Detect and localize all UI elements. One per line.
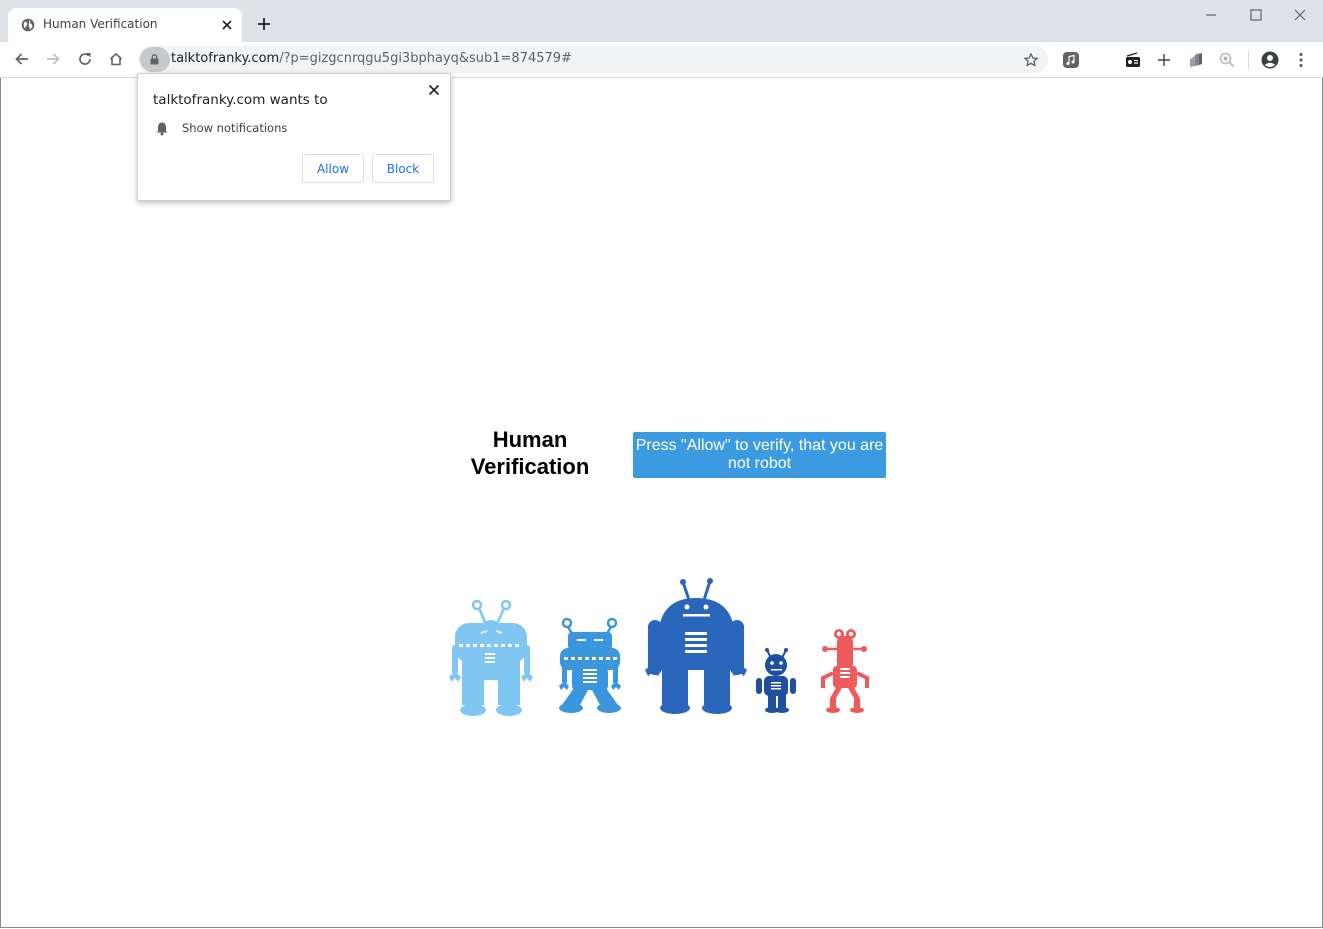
kebab-menu-icon[interactable] bbox=[1292, 51, 1310, 69]
popup-close-icon[interactable] bbox=[428, 84, 440, 96]
radio-icon[interactable] bbox=[1124, 51, 1142, 69]
robots-illustration bbox=[449, 578, 869, 716]
heading-line-1: Human bbox=[492, 427, 568, 452]
block-button[interactable]: Block bbox=[372, 154, 434, 183]
music-note-icon[interactable] bbox=[1062, 51, 1080, 69]
bell-icon bbox=[156, 122, 168, 136]
new-tab-plus-icon[interactable] bbox=[256, 16, 272, 32]
url-text[interactable]: talktofranky.com/?p=gizgcnrqgu5gi3bphayq… bbox=[171, 51, 572, 66]
allow-button[interactable]: Allow bbox=[302, 154, 364, 183]
verify-cta-button[interactable]: Press "Allow" to verify, that you are no… bbox=[633, 432, 886, 478]
popup-title: talktofranky.com wants to bbox=[153, 92, 328, 108]
site-info-button[interactable] bbox=[140, 47, 170, 72]
page-heading: Human Verification bbox=[455, 426, 605, 480]
zoom-search-icon[interactable] bbox=[1218, 51, 1236, 69]
notification-permission-popup: talktofranky.com wants to Show notificat… bbox=[137, 73, 451, 201]
books-icon[interactable] bbox=[1187, 51, 1205, 69]
globe-icon bbox=[21, 18, 35, 32]
url-host: talktofranky.com bbox=[171, 51, 280, 66]
browser-titlebar: Human Verification bbox=[0, 0, 1323, 42]
permission-text: Show notifications bbox=[182, 121, 288, 135]
robot-large-blue bbox=[645, 578, 747, 714]
lock-icon bbox=[150, 54, 159, 65]
tab-title: Human Verification bbox=[43, 17, 158, 31]
window-close-icon[interactable] bbox=[1291, 6, 1309, 24]
maximize-icon[interactable] bbox=[1247, 6, 1265, 24]
address-bar[interactable]: talktofranky.com/?p=gizgcnrqgu5gi3bphayq… bbox=[138, 46, 1048, 73]
toolbar-divider bbox=[1248, 50, 1249, 70]
tab-close-icon[interactable] bbox=[220, 18, 234, 32]
reload-icon[interactable] bbox=[77, 51, 93, 67]
robot-red bbox=[821, 629, 869, 713]
robot-light-blue bbox=[449, 599, 533, 716]
forward-arrow-icon[interactable] bbox=[45, 51, 61, 67]
robot-small-navy bbox=[756, 648, 796, 713]
browser-tab[interactable]: Human Verification bbox=[8, 8, 242, 42]
robot-medium-blue bbox=[559, 617, 621, 713]
page-content bbox=[0, 78, 1323, 928]
minimize-icon[interactable] bbox=[1202, 6, 1220, 24]
back-arrow-icon[interactable] bbox=[14, 51, 30, 67]
bookmark-star-icon[interactable] bbox=[1023, 52, 1039, 68]
add-plus-icon[interactable] bbox=[1155, 51, 1173, 69]
url-path: /?p=gizgcnrqgu5gi3bphayq&sub1=874579# bbox=[279, 51, 572, 66]
account-circle-icon[interactable] bbox=[1261, 51, 1279, 69]
heading-line-2: Verification bbox=[470, 454, 590, 479]
home-icon[interactable] bbox=[108, 51, 124, 67]
